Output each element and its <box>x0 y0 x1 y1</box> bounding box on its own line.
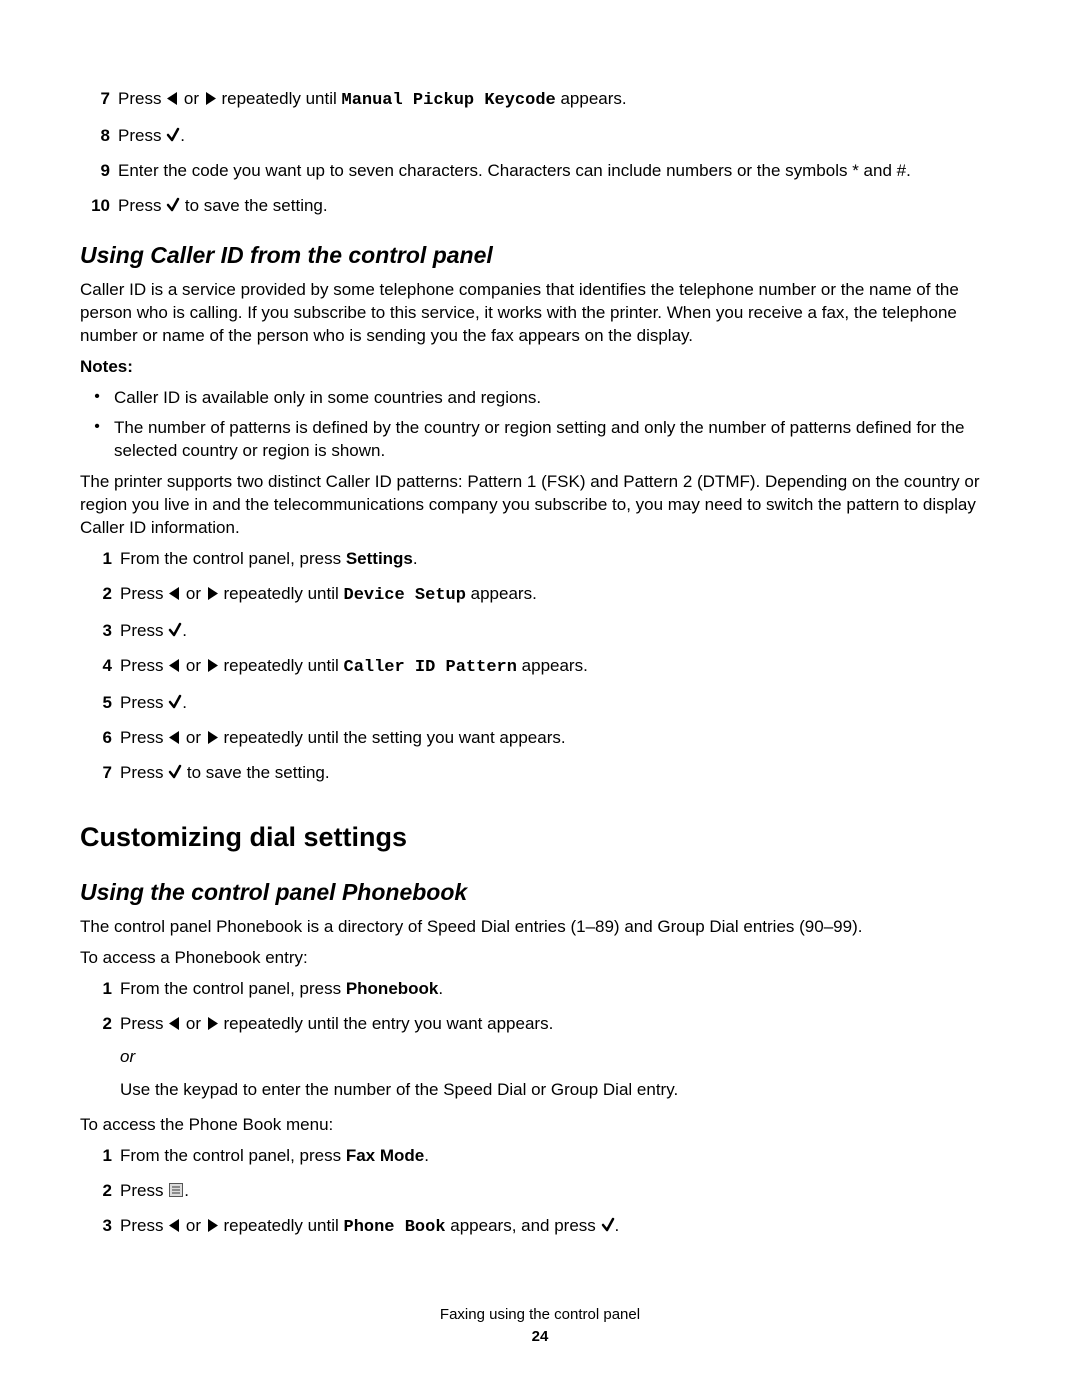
document-page: 7 Press or repeatedly until Manual Pickup… <box>0 0 1080 1397</box>
list-item: 4 Press or repeatedly until Caller ID Pat… <box>90 655 1000 680</box>
step-content: Press . <box>120 620 1000 643</box>
step-number: 9 <box>80 160 110 183</box>
check-icon <box>166 127 180 143</box>
list-item: 1 From the control panel, press Phonebook… <box>90 978 1000 1001</box>
numbered-list-top: 7 Press or repeatedly until Manual Pickup… <box>80 88 1000 218</box>
page-footer: Faxing using the control panel 24 <box>0 1305 1080 1348</box>
numbered-list-phonebook-a: 1 From the control panel, press Phonebook… <box>90 978 1000 1102</box>
step-content: From the control panel, press Settings. <box>120 548 1000 571</box>
note-text: The number of patterns is defined by the… <box>114 417 1000 463</box>
step-content: Press or repeatedly until Phone Book app… <box>120 1215 1000 1240</box>
list-item: 2 Press . <box>90 1180 1000 1203</box>
bullet-list-notes: •Caller ID is available only in some cou… <box>80 387 1000 464</box>
step-number: 3 <box>90 1215 112 1238</box>
check-icon <box>168 622 182 638</box>
list-item: 2 Press or repeatedly until Device Setup … <box>90 583 1000 608</box>
list-item: 1 From the control panel, press Settings. <box>90 548 1000 571</box>
left-arrow-icon <box>168 586 181 601</box>
section-heading-callerid: Using Caller ID from the control panel <box>80 240 1000 271</box>
list-item: 9 Enter the code you want up to seven cha… <box>80 160 1000 183</box>
left-arrow-icon <box>166 91 179 106</box>
step-number: 7 <box>90 762 112 785</box>
notes-label: Notes: <box>80 356 1000 379</box>
step-number: 4 <box>90 655 112 678</box>
step-number: 1 <box>90 548 112 571</box>
list-item: 5 Press . <box>90 692 1000 715</box>
paragraph: Caller ID is a service provided by some … <box>80 279 1000 348</box>
step-content: Press or repeatedly until the entry you … <box>120 1013 1000 1102</box>
paragraph: To access the Phone Book menu: <box>80 1114 1000 1137</box>
list-item: 2 Press or repeatedly until the entry you… <box>90 1013 1000 1102</box>
menu-icon <box>168 1182 184 1198</box>
paragraph: The control panel Phonebook is a directo… <box>80 916 1000 939</box>
left-arrow-icon <box>168 658 181 673</box>
step-content: Press or repeatedly until Manual Pickup … <box>118 88 1000 113</box>
heading-customizing: Customizing dial settings <box>80 819 1000 855</box>
list-item: 1 From the control panel, press Fax Mode. <box>90 1145 1000 1168</box>
list-item: 7 Press to save the setting. <box>90 762 1000 785</box>
footer-text: Faxing using the control panel <box>0 1305 1080 1325</box>
list-item: •Caller ID is available only in some cou… <box>80 387 1000 410</box>
note-text: Caller ID is available only in some coun… <box>114 387 1000 410</box>
check-icon <box>166 197 180 213</box>
check-icon <box>168 764 182 780</box>
step-content: Enter the code you want up to seven char… <box>118 160 1000 183</box>
list-item: 6 Press or repeatedly until the setting y… <box>90 727 1000 750</box>
right-arrow-icon <box>204 91 217 106</box>
left-arrow-icon <box>168 1218 181 1233</box>
step-content: From the control panel, press Phonebook. <box>120 978 1000 1001</box>
step-number: 8 <box>80 125 110 148</box>
list-item: 3 Press . <box>90 620 1000 643</box>
page-number: 24 <box>0 1327 1080 1347</box>
right-arrow-icon <box>206 730 219 745</box>
step-number: 1 <box>90 1145 112 1168</box>
list-item: 7 Press or repeatedly until Manual Pickup… <box>80 88 1000 113</box>
step-number: 7 <box>80 88 110 111</box>
step-number: 10 <box>80 195 110 218</box>
list-item: •The number of patterns is defined by th… <box>80 417 1000 463</box>
paragraph: To access a Phonebook entry: <box>80 947 1000 970</box>
right-arrow-icon <box>206 658 219 673</box>
step-number: 2 <box>90 1013 112 1036</box>
step-content: Press . <box>120 692 1000 715</box>
step-content: Press to save the setting. <box>120 762 1000 785</box>
step-content: Press . <box>120 1180 1000 1203</box>
step-content: Press or repeatedly until Device Setup a… <box>120 583 1000 608</box>
numbered-list-phonebook-b: 1 From the control panel, press Fax Mode.… <box>90 1145 1000 1240</box>
step-content: Press to save the setting. <box>118 195 1000 218</box>
right-arrow-icon <box>206 586 219 601</box>
right-arrow-icon <box>206 1218 219 1233</box>
step-number: 6 <box>90 727 112 750</box>
paragraph: The printer supports two distinct Caller… <box>80 471 1000 540</box>
right-arrow-icon <box>206 1016 219 1031</box>
list-item: 10 Press to save the setting. <box>80 195 1000 218</box>
step-number: 1 <box>90 978 112 1001</box>
step-number: 3 <box>90 620 112 643</box>
numbered-list-callerid: 1 From the control panel, press Settings.… <box>90 548 1000 785</box>
step-content: From the control panel, press Fax Mode. <box>120 1145 1000 1168</box>
step-number: 5 <box>90 692 112 715</box>
left-arrow-icon <box>168 1016 181 1031</box>
section-heading-phonebook: Using the control panel Phonebook <box>80 877 1000 908</box>
step-content: Press or repeatedly until Caller ID Patt… <box>120 655 1000 680</box>
bullet-icon: • <box>80 387 114 406</box>
step-content: Press or repeatedly until the setting yo… <box>120 727 1000 750</box>
step-number: 2 <box>90 1180 112 1203</box>
left-arrow-icon <box>168 730 181 745</box>
list-item: 3 Press or repeatedly until Phone Book ap… <box>90 1215 1000 1240</box>
check-icon <box>168 694 182 710</box>
step-number: 2 <box>90 583 112 606</box>
list-item: 8 Press . <box>80 125 1000 148</box>
bullet-icon: • <box>80 417 114 436</box>
step-content: Press . <box>118 125 1000 148</box>
check-icon <box>601 1217 615 1233</box>
